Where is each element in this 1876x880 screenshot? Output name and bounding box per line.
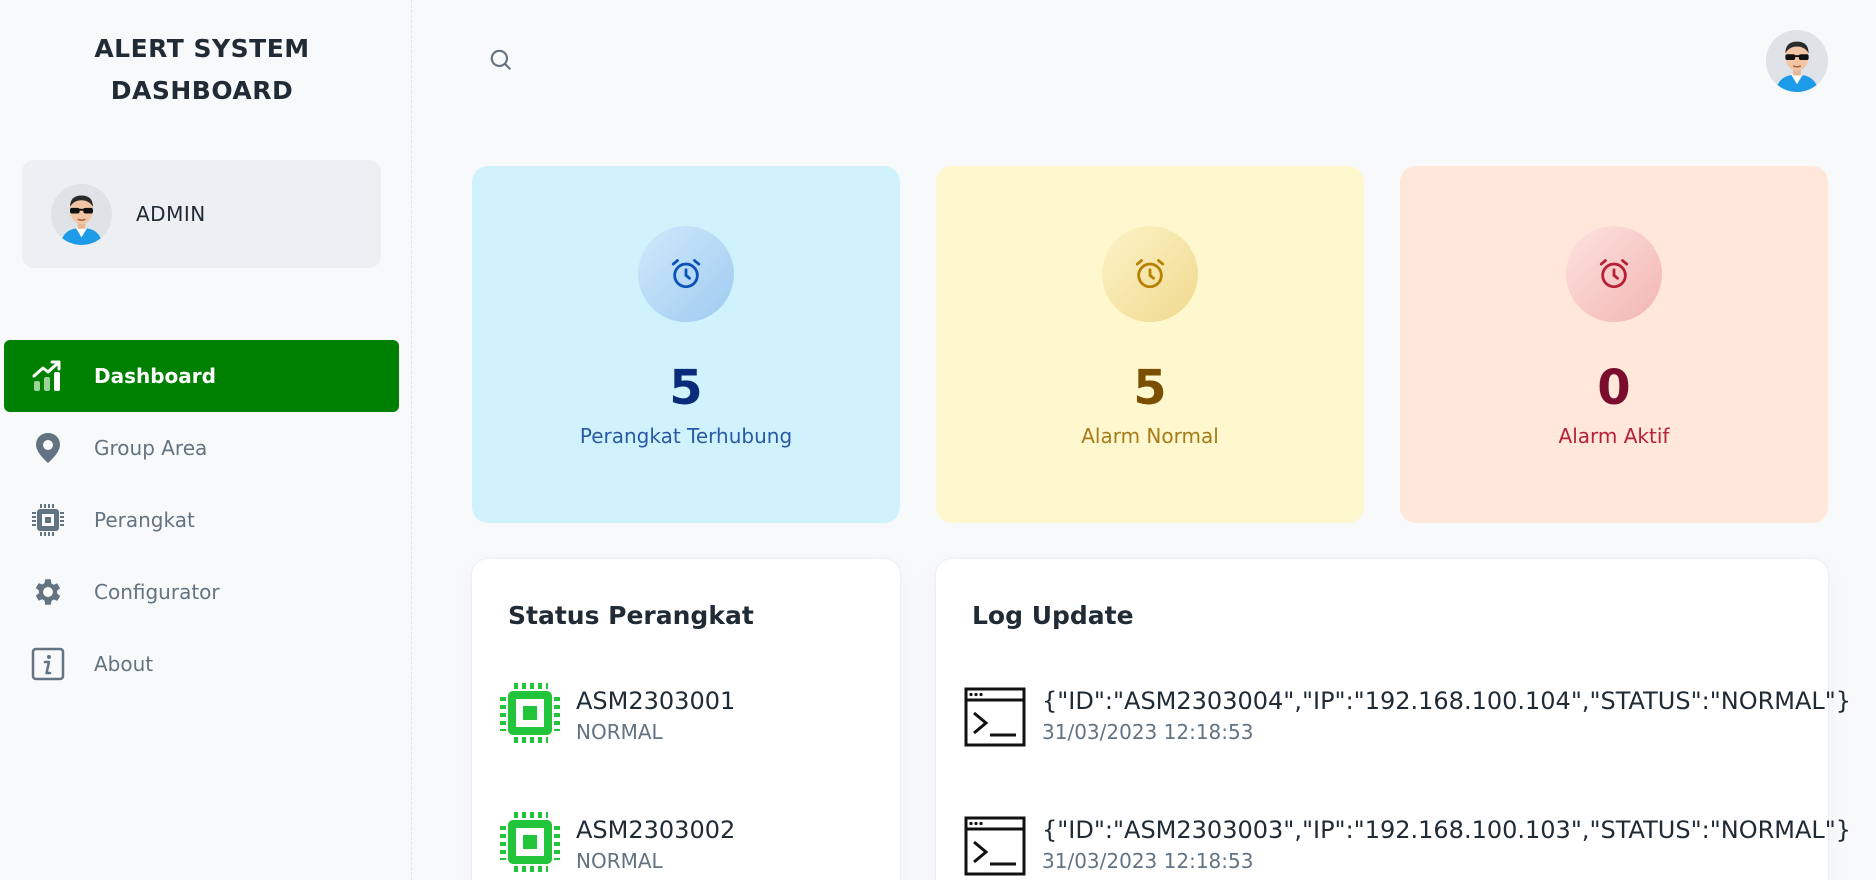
terminal-icon (964, 687, 1026, 747)
stat-value: 5 (669, 360, 703, 416)
panel-title: Status Perangkat (508, 601, 754, 630)
chip-icon (498, 810, 562, 874)
status-perangkat-panel: Status Perangkat ASM2303001 NORMAL ASM23… (472, 559, 900, 880)
log-update-panel: Log Update {"ID":"ASM2303004","IP":"192.… (936, 559, 1851, 880)
sidebar-item-about[interactable]: About (4, 628, 399, 700)
user-name: ADMIN (136, 202, 206, 226)
panel-title: Log Update (972, 601, 1134, 630)
stat-value: 5 (1133, 360, 1167, 416)
chart-trend-icon (30, 358, 66, 394)
sidebar-item-label: About (94, 652, 154, 676)
device-name: ASM2303002 (576, 816, 736, 844)
stat-card-perangkat-terhubung: 5 Perangkat Terhubung (472, 166, 900, 523)
stat-card-alarm-aktif: 0 Alarm Aktif (1400, 166, 1828, 523)
list-item[interactable]: ASM2303001 NORMAL (498, 681, 735, 745)
sidebar-item-label: Group Area (94, 436, 208, 460)
list-item[interactable]: ASM2303002 NORMAL (498, 810, 735, 874)
log-timestamp: 31/03/2023 12:18:53 (1042, 849, 1254, 873)
alarm-clock-icon (1597, 257, 1631, 291)
sidebar-item-configurator[interactable]: Configurator (4, 556, 399, 628)
map-pin-icon (30, 430, 66, 466)
search-button[interactable] (486, 45, 516, 75)
search-icon (490, 49, 511, 70)
sidebar-item-perangkat[interactable]: Perangkat (4, 484, 399, 556)
log-timestamp: 31/03/2023 12:18:53 (1042, 720, 1254, 744)
account-avatar[interactable] (1766, 30, 1828, 92)
device-status: NORMAL (576, 849, 663, 873)
sidebar-nav: Dashboard Group Area Perangkat Configura… (4, 340, 399, 700)
app-title-line2: DASHBOARD (110, 76, 294, 105)
log-message: {"ID":"ASM2303003","IP":"192.168.100.103… (1042, 816, 1852, 844)
list-item[interactable]: {"ID":"ASM2303003","IP":"192.168.100.103… (964, 810, 1851, 876)
sidebar-item-label: Configurator (94, 580, 220, 604)
chip-icon (498, 681, 562, 745)
app-title: ALERT SYSTEM DASHBOARD (0, 28, 404, 112)
sidebar: ALERT SYSTEM DASHBOARD ADMIN Dashboard G… (0, 0, 412, 880)
chip-icon (30, 502, 66, 538)
log-message: {"ID":"ASM2303004","IP":"192.168.100.104… (1042, 687, 1852, 715)
user-card[interactable]: ADMIN (22, 160, 381, 268)
sidebar-item-label: Dashboard (94, 364, 216, 388)
alarm-clock-icon (669, 257, 703, 291)
sidebar-item-label: Perangkat (94, 508, 195, 532)
gear-icon (30, 574, 66, 610)
stat-card-alarm-normal: 5 Alarm Normal (936, 166, 1364, 523)
sidebar-item-group-area[interactable]: Group Area (4, 412, 399, 484)
stat-icon-badge (638, 226, 734, 322)
stat-label: Alarm Normal (1081, 424, 1219, 448)
stat-label: Alarm Aktif (1558, 424, 1670, 448)
info-icon (30, 646, 66, 682)
stat-icon-badge (1102, 226, 1198, 322)
device-status: NORMAL (576, 720, 663, 744)
device-name: ASM2303001 (576, 687, 736, 715)
stat-label: Perangkat Terhubung (579, 424, 793, 448)
app-title-line1: ALERT SYSTEM (94, 34, 310, 63)
avatar (51, 183, 112, 245)
list-item[interactable]: {"ID":"ASM2303004","IP":"192.168.100.104… (964, 681, 1851, 747)
stat-icon-badge (1566, 226, 1662, 322)
stat-value: 0 (1597, 360, 1631, 416)
alarm-clock-icon (1133, 257, 1167, 291)
sidebar-item-dashboard[interactable]: Dashboard (4, 340, 399, 412)
terminal-icon (964, 816, 1026, 876)
